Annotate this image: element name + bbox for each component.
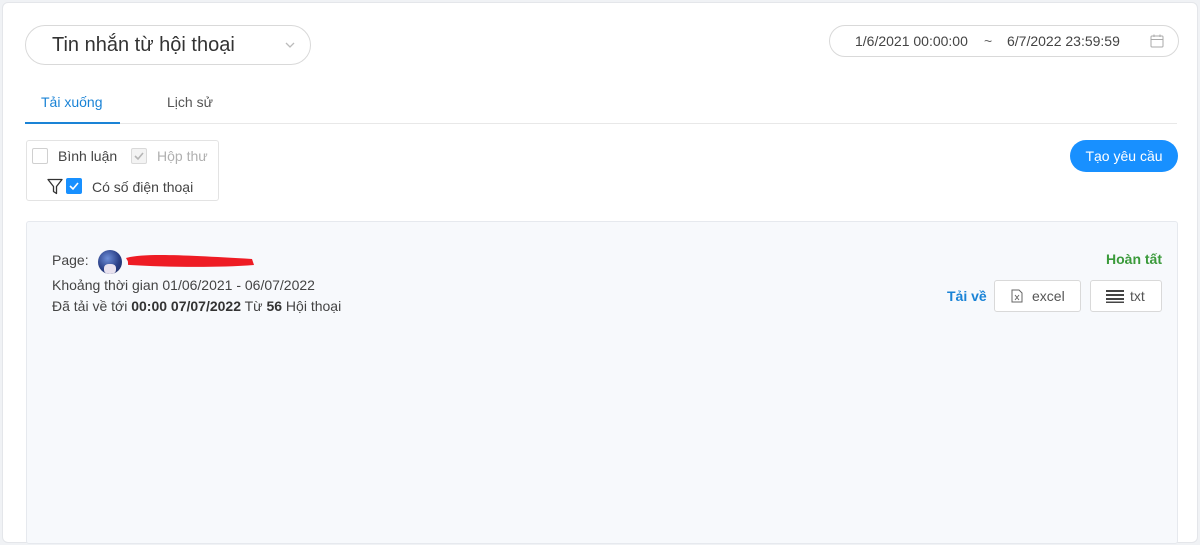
download-label: Tải về — [947, 288, 987, 304]
conversation-count: 56 — [266, 298, 283, 314]
excel-file-icon — [1011, 289, 1023, 303]
calendar-icon — [1150, 34, 1164, 48]
from-word: Từ — [244, 298, 263, 314]
date-range-end[interactable]: 6/7/2022 23:59:59 — [1007, 33, 1120, 49]
inbox-checkbox — [131, 148, 147, 164]
create-request-button[interactable]: Tạo yêu cầu — [1070, 140, 1178, 172]
tab-download[interactable]: Tải xuống — [25, 88, 120, 124]
chevron-down-icon — [285, 42, 295, 48]
date-range-start[interactable]: 1/6/2021 00:00:00 — [855, 33, 968, 49]
downloaded-prefix: Đã tải về tới — [52, 298, 128, 314]
comments-checkbox[interactable] — [32, 148, 48, 164]
downloaded-info: Đã tải về tới 00:00 07/07/2022 Từ 56 Hội… — [52, 298, 341, 314]
status-badge: Hoàn tất — [1106, 251, 1162, 267]
page-avatar — [98, 250, 122, 274]
filter-box: Bình luận Hộp thư Có số điện thoại — [26, 140, 219, 201]
redaction-mark — [126, 255, 254, 267]
inbox-label: Hộp thư — [157, 148, 208, 164]
export-type-value: Tin nhắn từ hội thoại — [52, 33, 235, 56]
check-icon — [134, 152, 144, 161]
download-excel-button[interactable]: excel — [994, 280, 1081, 312]
tab-history[interactable]: Lịch sử — [151, 88, 229, 124]
download-result-card: Page: Khoảng thời gian 01/06/2021 - 06/0… — [26, 221, 1178, 544]
excel-label: excel — [1032, 288, 1065, 304]
conversation-word: Hội thoại — [285, 298, 342, 314]
funnel-icon[interactable] — [47, 178, 63, 195]
page-label: Page: — [52, 252, 89, 268]
check-icon — [69, 182, 79, 191]
has-phone-checkbox[interactable] — [66, 178, 82, 194]
date-range-separator: ~ — [984, 33, 993, 49]
export-panel: Tin nhắn từ hội thoại 1/6/2021 00:00:00 … — [2, 2, 1198, 544]
time-range-label: Khoảng thời gian 01/06/2021 - 06/07/2022 — [52, 277, 315, 293]
txt-label: txt — [1130, 288, 1145, 304]
download-txt-button[interactable]: txt — [1090, 280, 1162, 312]
export-type-select[interactable]: Tin nhắn từ hội thoại — [25, 25, 311, 65]
has-phone-label: Có số điện thoại — [92, 179, 194, 195]
downloaded-time: 00:00 07/07/2022 — [131, 298, 241, 314]
tab-bar: Tải xuống Lịch sử — [25, 88, 1177, 124]
text-lines-icon — [1106, 290, 1124, 303]
comments-label: Bình luận — [58, 148, 118, 164]
date-range-picker[interactable]: 1/6/2021 00:00:00 ~ 6/7/2022 23:59:59 — [829, 25, 1179, 57]
